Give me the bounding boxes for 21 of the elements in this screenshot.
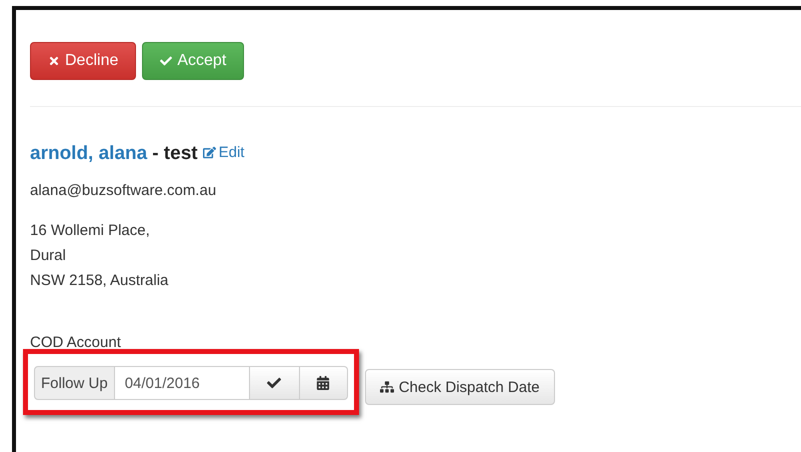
check-dispatch-button[interactable]: Check Dispatch Date bbox=[364, 369, 555, 405]
close-icon bbox=[48, 55, 60, 67]
address-line: Dural bbox=[30, 246, 67, 266]
customer-email: alana@buzsoftware.com.au bbox=[30, 181, 218, 201]
customer-suffix: - test bbox=[152, 143, 198, 165]
check-icon bbox=[267, 376, 282, 390]
edit-link[interactable]: Edit bbox=[202, 144, 244, 161]
calendar-button[interactable] bbox=[300, 366, 348, 400]
decline-button[interactable]: Decline bbox=[30, 42, 136, 80]
check-icon bbox=[160, 55, 172, 67]
accept-button[interactable]: Accept bbox=[142, 42, 244, 80]
confirm-button[interactable] bbox=[250, 366, 300, 400]
address-line: 16 Wollemi Place, bbox=[30, 221, 151, 241]
hierarchy-icon bbox=[380, 380, 394, 394]
follow-up-label: Follow Up bbox=[34, 366, 115, 400]
account-type: COD Account bbox=[30, 333, 122, 353]
edit-icon bbox=[202, 146, 216, 159]
address-line: NSW 2158, Australia bbox=[30, 271, 170, 291]
customer-name-link[interactable]: arnold, alana bbox=[30, 143, 148, 165]
follow-up-date-field[interactable]: 04/01/2016 bbox=[114, 366, 250, 400]
calendar-icon bbox=[316, 376, 330, 390]
